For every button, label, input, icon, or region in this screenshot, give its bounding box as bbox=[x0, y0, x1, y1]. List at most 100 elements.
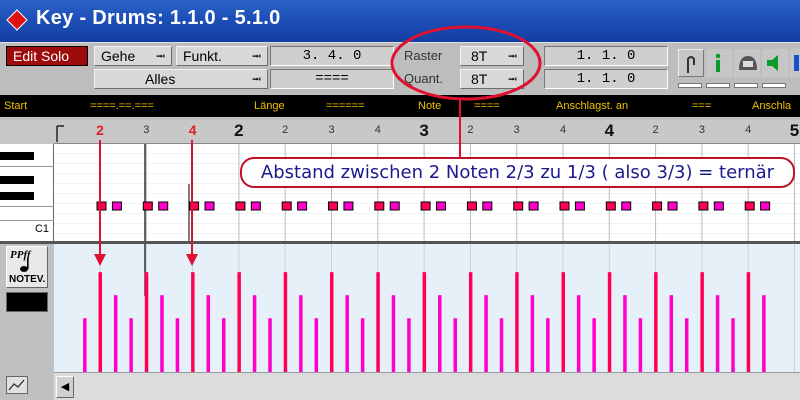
velocity-bar[interactable] bbox=[237, 272, 241, 372]
velocity-bar[interactable] bbox=[746, 272, 751, 372]
drum-note[interactable] bbox=[436, 201, 447, 211]
position-display[interactable]: 3. 4. 0 bbox=[270, 46, 394, 66]
horizontal-scrollbar[interactable]: ◀ bbox=[54, 372, 800, 400]
velocity-bar[interactable] bbox=[762, 295, 766, 372]
edit-solo-button[interactable]: Edit Solo bbox=[6, 46, 88, 66]
bar-ruler[interactable]: 2 3 4 2 2 3 4 3 2 3 4 4 2 3 4 5 bbox=[54, 120, 800, 144]
drum-note[interactable] bbox=[574, 201, 585, 211]
velocity-bar[interactable] bbox=[175, 318, 180, 372]
velocity-bar[interactable] bbox=[530, 295, 535, 372]
velocity-bar[interactable] bbox=[607, 272, 612, 372]
velocity-bar[interactable] bbox=[268, 318, 272, 372]
drum-note[interactable] bbox=[389, 201, 400, 211]
velocity-bar[interactable] bbox=[546, 318, 550, 372]
drum-note[interactable] bbox=[760, 201, 771, 211]
velocity-bar[interactable] bbox=[98, 272, 103, 372]
velocity-bar[interactable] bbox=[252, 295, 257, 372]
graph-icon[interactable] bbox=[6, 376, 28, 394]
drum-note[interactable] bbox=[96, 201, 107, 211]
app-diamond-icon[interactable] bbox=[6, 9, 28, 31]
step-record-button[interactable] bbox=[734, 49, 760, 77]
black-key[interactable] bbox=[0, 192, 34, 200]
black-key[interactable] bbox=[0, 176, 34, 184]
drum-note[interactable] bbox=[189, 201, 200, 211]
drum-note[interactable] bbox=[328, 201, 338, 211]
velocity-bar[interactable] bbox=[144, 272, 149, 372]
velocity-bar[interactable] bbox=[83, 318, 87, 372]
velocity-bar[interactable] bbox=[700, 272, 704, 372]
velocity-bar[interactable] bbox=[499, 318, 504, 372]
drum-note[interactable] bbox=[513, 201, 524, 211]
info-button[interactable] bbox=[706, 49, 732, 77]
drum-note[interactable] bbox=[559, 201, 570, 211]
drum-note[interactable] bbox=[235, 201, 246, 211]
quant-dropdown[interactable]: 8T ⭲ bbox=[460, 69, 524, 89]
drum-note[interactable] bbox=[713, 201, 724, 211]
velocity-bar[interactable] bbox=[654, 272, 658, 372]
drum-note[interactable] bbox=[374, 201, 385, 211]
velocity-bar[interactable] bbox=[623, 295, 627, 372]
goto-dropdown[interactable]: Gehe ⭲ bbox=[94, 46, 172, 66]
drum-note[interactable] bbox=[621, 201, 632, 211]
drum-note[interactable] bbox=[698, 201, 709, 211]
length-display[interactable]: ==== bbox=[270, 69, 394, 89]
velocity-bar[interactable] bbox=[360, 318, 365, 372]
black-key[interactable] bbox=[0, 152, 34, 160]
drum-note[interactable] bbox=[250, 201, 261, 211]
velocity-bar[interactable] bbox=[345, 295, 349, 372]
velocity-bar[interactable] bbox=[221, 318, 226, 372]
velocity-bar[interactable] bbox=[376, 272, 380, 372]
velocity-on-value[interactable]: === bbox=[692, 95, 711, 117]
velocity-bar[interactable] bbox=[592, 318, 596, 372]
velocity-bar[interactable] bbox=[731, 318, 735, 372]
drum-note[interactable] bbox=[204, 201, 215, 211]
drum-note[interactable] bbox=[420, 201, 431, 211]
velocity-bar[interactable] bbox=[283, 272, 288, 372]
velocity-bar[interactable] bbox=[515, 272, 519, 372]
velocity-bar[interactable] bbox=[468, 272, 473, 372]
drum-note[interactable] bbox=[142, 201, 153, 211]
drum-note[interactable] bbox=[652, 201, 663, 211]
velocity-bar[interactable] bbox=[576, 295, 581, 372]
velocity-bar[interactable] bbox=[129, 318, 133, 372]
velocity-bar[interactable] bbox=[438, 295, 442, 372]
velocity-bar[interactable] bbox=[330, 272, 334, 372]
drum-note[interactable] bbox=[297, 201, 308, 211]
velocity-bar[interactable] bbox=[160, 295, 164, 372]
note-value[interactable]: ==== bbox=[474, 95, 500, 117]
velocity-bar[interactable] bbox=[206, 295, 211, 372]
velocity-bar[interactable] bbox=[715, 295, 720, 372]
drum-note[interactable] bbox=[343, 201, 354, 211]
drum-note[interactable] bbox=[466, 201, 477, 211]
velocity-canvas[interactable] bbox=[54, 244, 800, 372]
function-dropdown[interactable]: Funkt. ⭲ bbox=[176, 46, 268, 66]
length-value[interactable]: ====== bbox=[326, 95, 365, 117]
drum-note[interactable] bbox=[111, 201, 122, 211]
left-locator-display[interactable]: 1. 1. 0 bbox=[544, 46, 668, 66]
piano-keyboard[interactable]: C1 bbox=[0, 144, 54, 241]
velocity-bar[interactable] bbox=[453, 318, 457, 372]
velocity-bar[interactable] bbox=[113, 295, 118, 372]
show-dropdown[interactable]: Alles ⭲ bbox=[94, 69, 268, 89]
velocity-bar[interactable] bbox=[638, 318, 643, 372]
drum-note[interactable] bbox=[482, 201, 493, 211]
velocity-bar[interactable] bbox=[191, 272, 195, 372]
velocity-bar[interactable] bbox=[422, 272, 427, 372]
colors-button[interactable] bbox=[790, 49, 800, 77]
velocity-bar[interactable] bbox=[484, 295, 488, 372]
scroll-left-button[interactable]: ◀ bbox=[56, 376, 74, 398]
velocity-bar[interactable] bbox=[407, 318, 411, 372]
midi-thru-button[interactable] bbox=[678, 49, 704, 77]
raster-dropdown[interactable]: 8T ⭲ bbox=[460, 46, 524, 66]
drum-note[interactable] bbox=[528, 201, 539, 211]
note-velocity-button[interactable]: PPff NOTEV. bbox=[6, 246, 48, 288]
velocity-bar[interactable] bbox=[684, 318, 689, 372]
drum-note[interactable] bbox=[667, 201, 678, 211]
velocity-lane[interactable] bbox=[54, 244, 800, 372]
velocity-bar[interactable] bbox=[391, 295, 396, 372]
speaker-button[interactable] bbox=[762, 49, 788, 77]
right-locator-display[interactable]: 1. 1. 0 bbox=[544, 69, 668, 89]
start-value[interactable]: ====.==.=== bbox=[90, 95, 154, 117]
drum-note[interactable] bbox=[744, 201, 755, 211]
drum-note[interactable] bbox=[158, 201, 169, 211]
